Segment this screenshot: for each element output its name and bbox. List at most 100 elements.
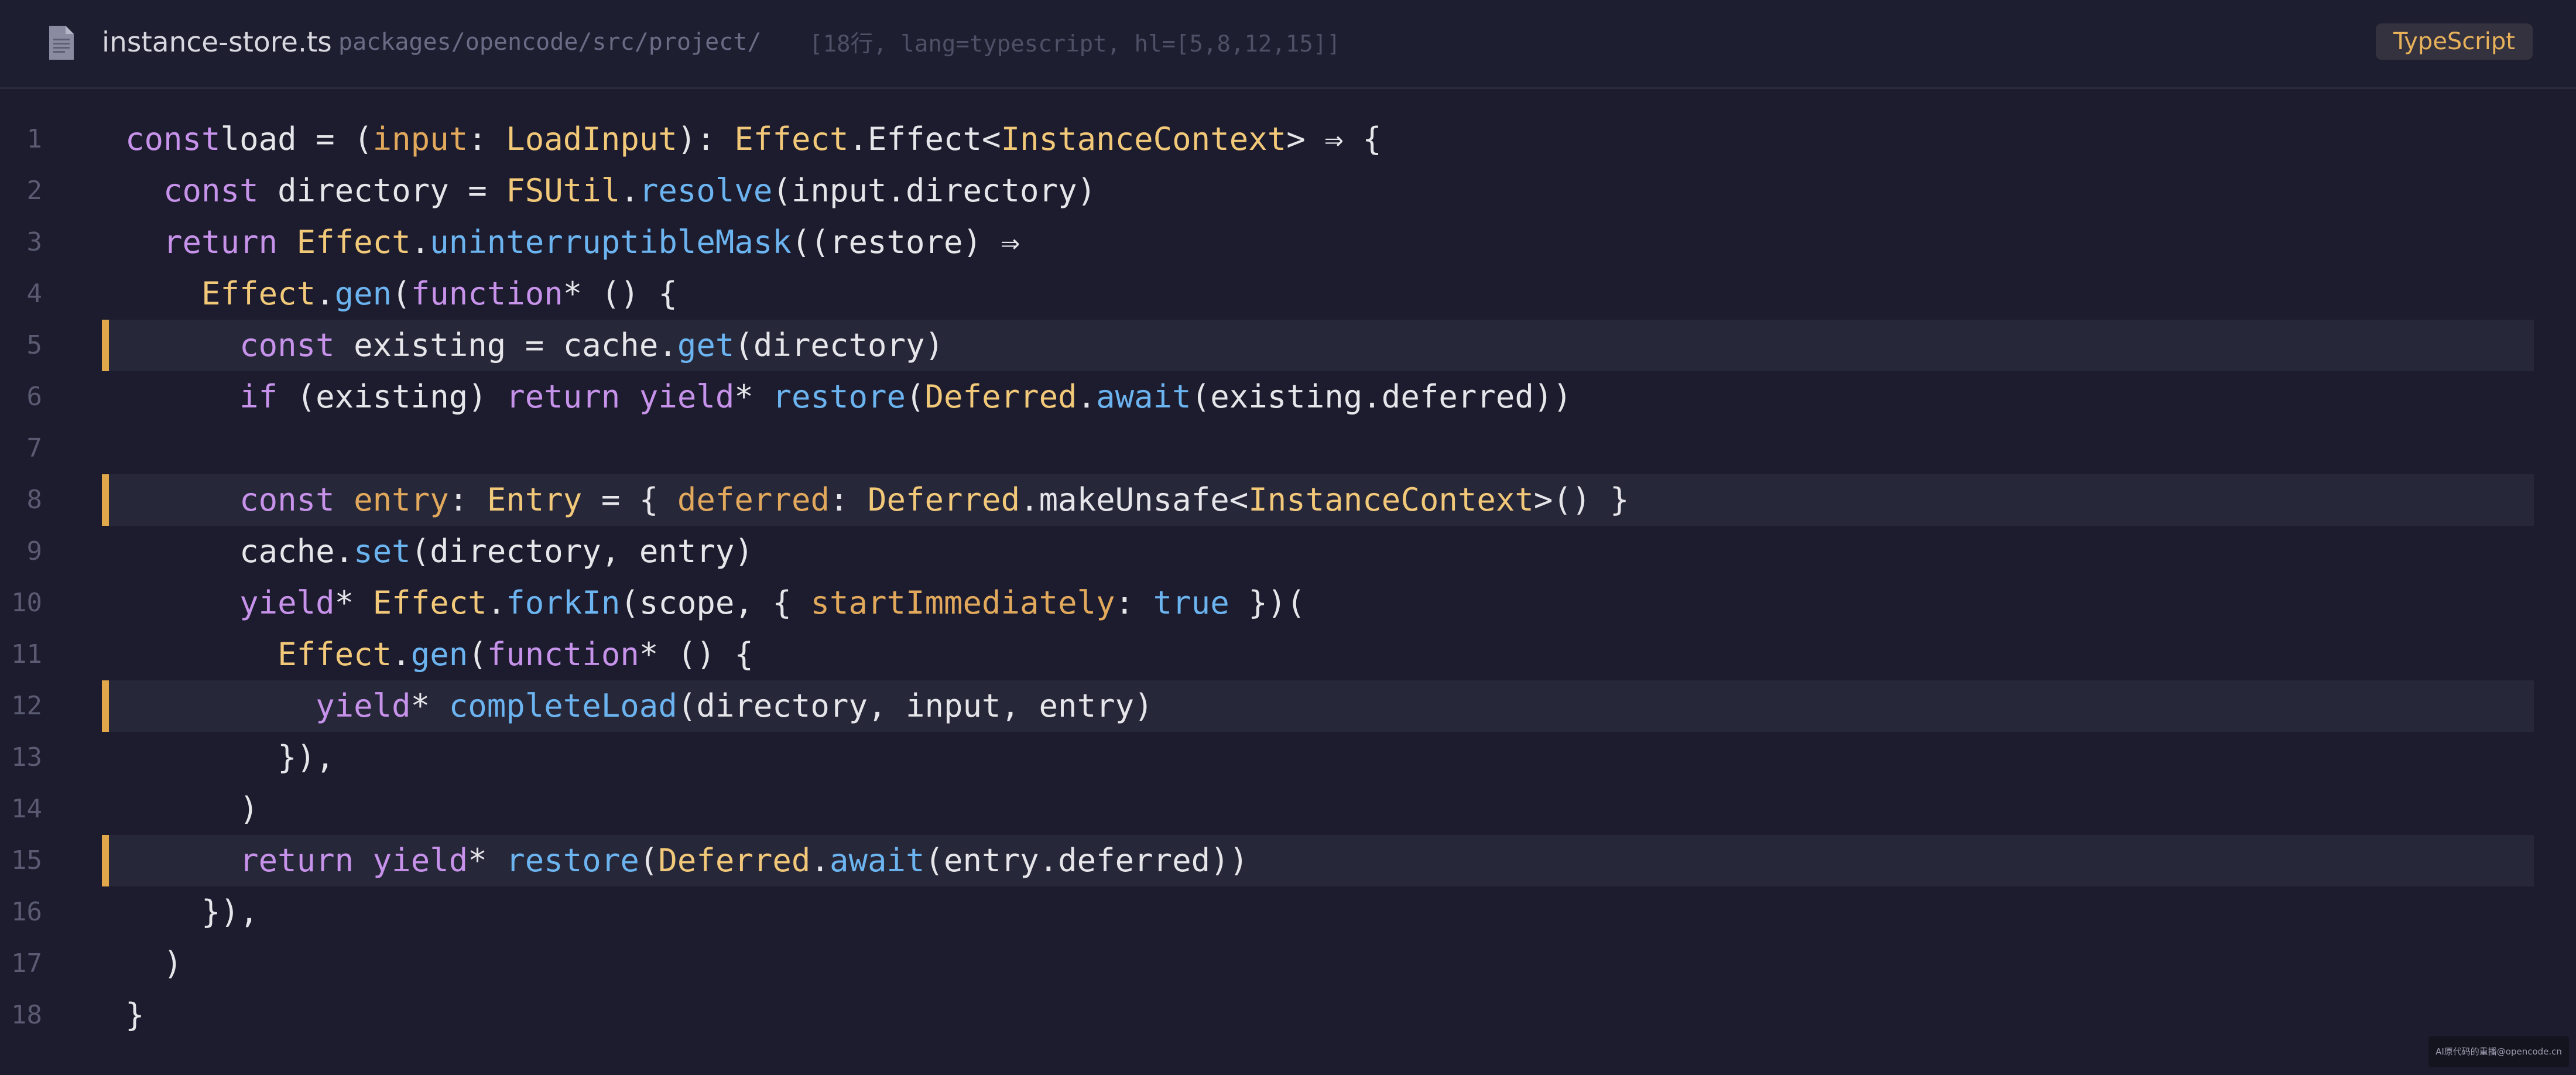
code-token: set [354,533,411,570]
code-line[interactable]: 15 return yield* restore(Deferred.await(… [0,835,2576,886]
code-line[interactable]: 16 }), [0,886,2576,938]
file-path: packages/opencode/src/project/ [338,29,762,56]
code-token: await [1096,378,1191,415]
code-token: : [1115,584,1153,621]
code-line[interactable]: 12 yield* completeLoad(directory, input,… [0,680,2576,732]
code-token: await [829,842,925,879]
code-line[interactable]: 18} [0,990,2576,1041]
code-line[interactable]: 8 const entry: Entry = { deferred: Defer… [0,474,2576,526]
line-number: 7 [26,433,43,463]
line-number: 9 [26,536,43,566]
code-line[interactable]: 11 Effect.gen(function* () { [0,629,2576,680]
code-token: .Effect< [848,121,1001,158]
code-line[interactable]: 13 }), [0,732,2576,783]
code-token: restore [772,378,906,415]
code-token: ) [125,790,259,827]
code-token: ((restore) ⇒ [791,224,1020,261]
line-number: 15 [11,845,42,875]
code-token: (directory) [734,327,944,364]
code-line[interactable]: 1 constload = (input: LoadInput): Effect.… [0,114,2576,165]
line-code: return yield* restore(Deferred.await(ent… [125,835,1248,886]
code-token: InstanceContext [1001,121,1287,158]
line-number: 12 [11,691,42,721]
line-code: yield* completeLoad(directory, input, en… [125,680,1153,732]
line-number: 13 [11,742,42,772]
line-code: Effect.gen(function* () { [125,629,753,680]
code-token: existing = cache. [334,327,677,364]
line-highlight-marker [102,474,109,526]
line-highlight-marker [102,680,109,732]
code-token: }), [125,739,335,776]
line-code: const existing = cache.get(directory) [125,320,944,371]
file-document-icon [49,26,74,60]
code-line[interactable]: 3 return Effect.uninterruptibleMask((res… [0,217,2576,268]
code-token: }), [125,893,259,930]
code-view[interactable]: 1 constload = (input: LoadInput): Effect.… [0,114,2576,1041]
code-token: (existing.deferred)) [1191,378,1572,415]
line-number: 10 [11,588,42,618]
code-line[interactable]: 10 yield* Effect.forkIn(scope, { startIm… [0,577,2576,629]
code-line[interactable]: 7 [0,423,2576,474]
code-token: Effect [734,121,849,158]
code-token: * () { [563,275,677,312]
code-token: cache. [125,533,354,570]
code-token: * [468,842,506,879]
code-line[interactable]: 4 Effect.gen(function* () { [0,268,2576,320]
line-code: Effect.gen(function* () { [125,268,677,320]
code-token: ): [677,121,735,158]
code-token: InstanceContext [1248,481,1534,518]
line-number: 6 [26,382,43,412]
code-token: if [239,378,278,415]
line-number: 16 [11,897,42,927]
file-name[interactable]: instance-store.ts [102,25,332,60]
code-token: : [829,481,868,518]
code-token: input [372,121,468,158]
code-line[interactable]: 14 ) [0,783,2576,835]
code-token: forkIn [506,584,621,621]
code-token: Deferred [924,378,1077,415]
code-token: * [410,687,449,724]
code-token: resolve [639,172,773,209]
code-token: . [1077,378,1097,415]
code-token: . [810,842,830,879]
line-number: 18 [11,1000,42,1030]
code-token: yield [639,378,735,415]
line-number: 1 [26,124,43,154]
code-token: true [1153,584,1229,621]
code-token: > ⇒ { [1286,121,1382,158]
line-code: }), [125,886,259,938]
code-token: (input.directory) [772,172,1097,209]
code-token: . [316,275,335,312]
code-token: Entry [487,481,583,518]
line-highlight-marker [102,835,109,886]
line-code: const directory = FSUtil.resolve(input.d… [125,165,1096,217]
code-line[interactable]: 6 if (existing) return yield* restore(De… [0,371,2576,423]
language-badge[interactable]: TypeScript [2376,23,2533,60]
line-code: const entry: Entry = { deferred: Deferre… [125,474,1629,526]
code-line[interactable]: 5 const existing = cache.get(directory) [0,320,2576,371]
code-token: } [125,997,145,1033]
code-token: yield [372,842,468,879]
line-code: return Effect.uninterruptibleMask((resto… [125,217,1020,268]
code-token: LoadInput [506,121,677,158]
code-token: Effect [278,224,411,261]
line-code: cache.set(directory, entry) [125,526,753,577]
code-token: })( [1229,584,1306,621]
code-line[interactable]: 9 cache.set(directory, entry) [0,526,2576,577]
line-number: 11 [11,639,42,669]
code-line[interactable]: 17 ) [0,938,2576,990]
code-token: ( [639,842,659,879]
code-token: return [239,842,354,879]
code-line[interactable]: 2 const directory = FSUtil.resolve(input… [0,165,2576,217]
code-token: return [506,378,621,415]
code-token: deferred [677,481,830,518]
code-token: .makeUnsafe< [1020,481,1249,518]
file-meta: [18行, lang=typescript, hl=[5,8,12,15]] [809,31,1341,57]
line-code: } [125,990,145,1041]
